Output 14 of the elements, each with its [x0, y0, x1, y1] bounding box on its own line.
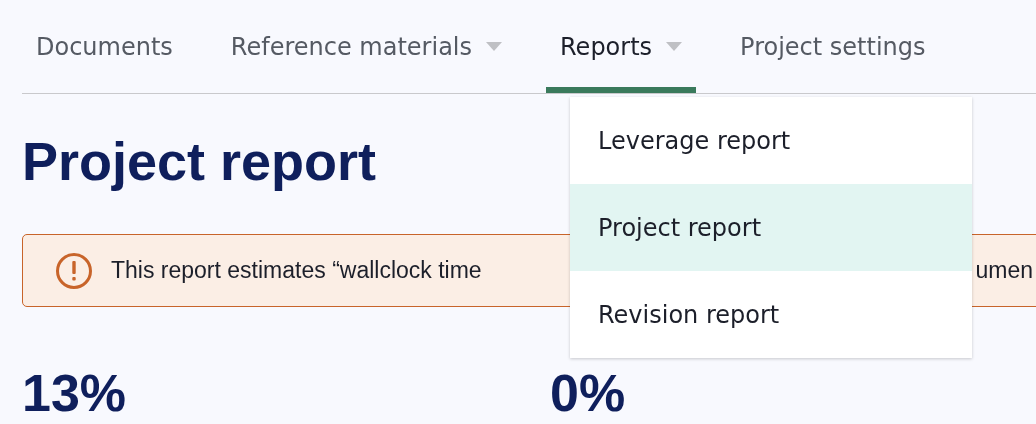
stat-value: 13%: [22, 365, 127, 421]
warning-text: umen: [975, 257, 1033, 284]
menu-item[interactable]: Revision report: [570, 271, 972, 358]
menu-item[interactable]: Project report: [570, 184, 972, 271]
nav-tab[interactable]: Project settings: [726, 0, 940, 93]
nav-tab[interactable]: Reference materials: [216, 0, 516, 93]
warning-text: This report estimates “wallclock time: [111, 257, 482, 284]
warning-icon: [55, 251, 93, 290]
caret-icon: [486, 42, 502, 51]
nav-tab[interactable]: Documents: [22, 0, 187, 93]
menu-item[interactable]: Leverage report: [570, 97, 972, 184]
stat-value: 0%: [550, 365, 626, 421]
caret-icon: [666, 42, 683, 51]
page-title: Project report: [22, 130, 377, 193]
